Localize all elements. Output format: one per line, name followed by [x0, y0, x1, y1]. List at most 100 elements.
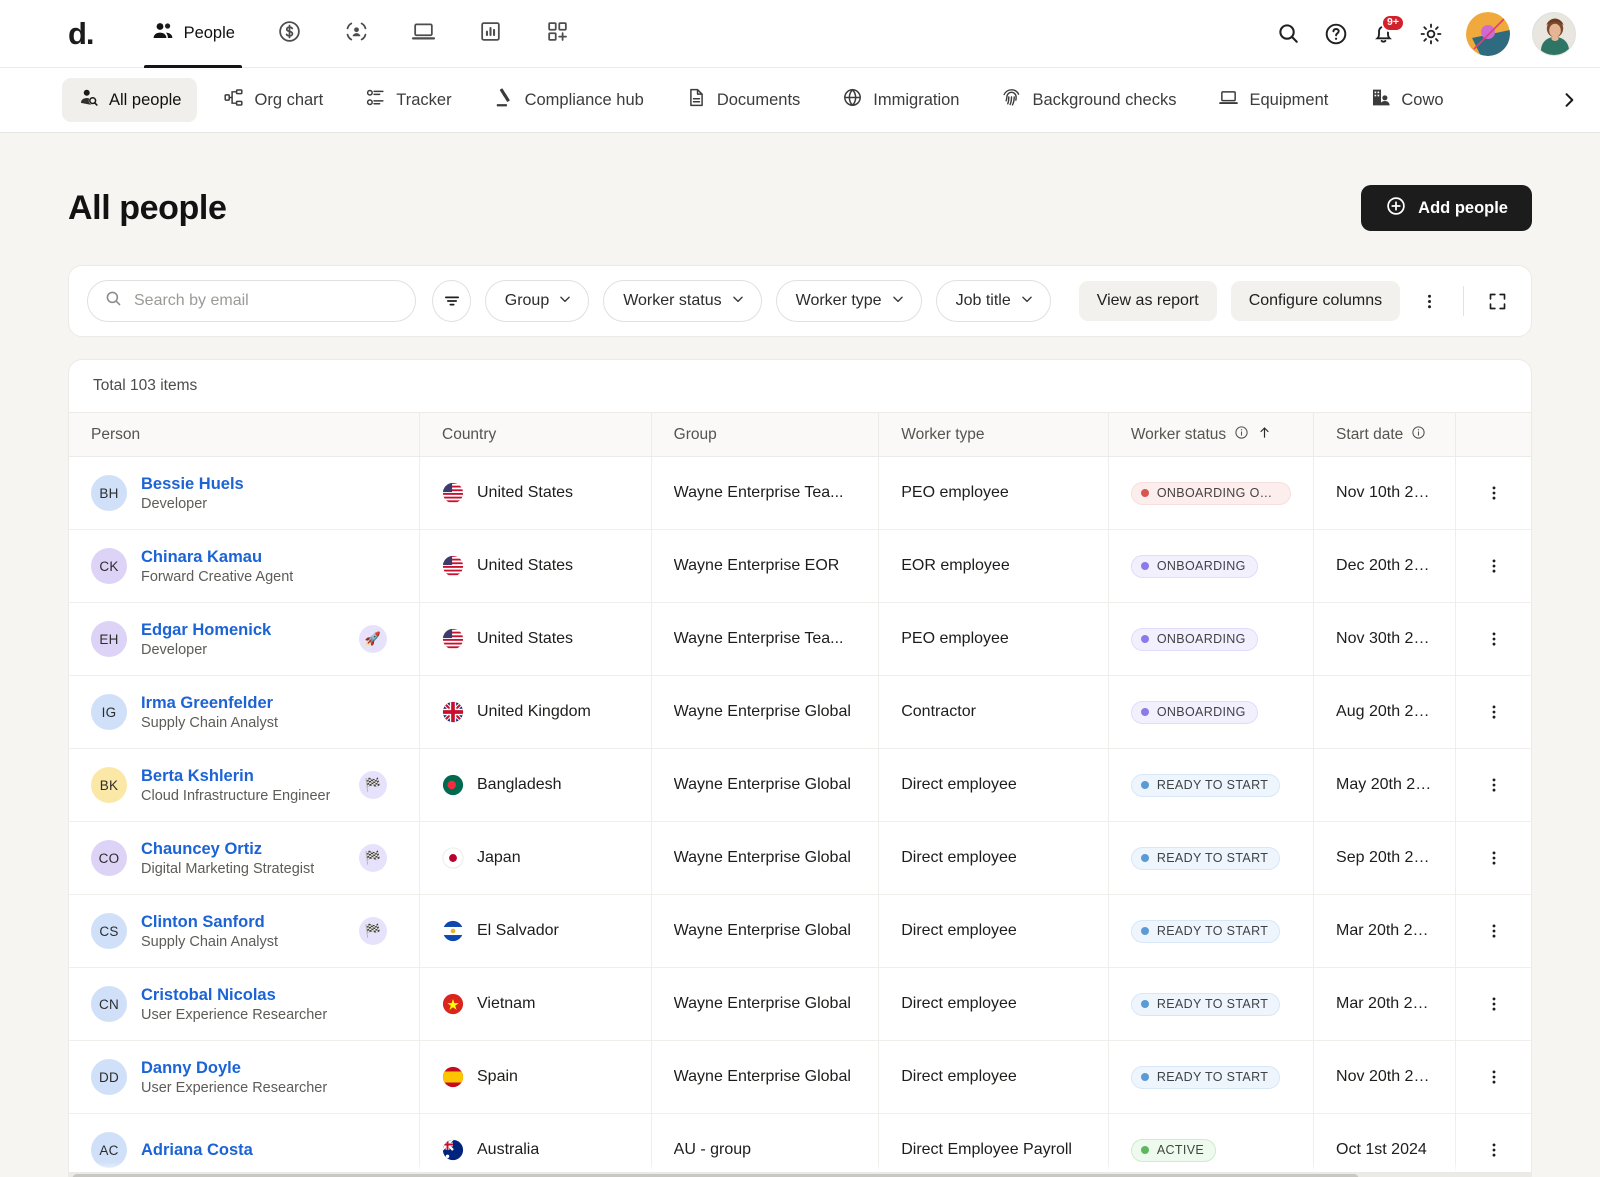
- cell-person: DDDanny DoyleUser Experience Researcher: [69, 1041, 420, 1114]
- view-as-report-button[interactable]: View as report: [1079, 281, 1217, 321]
- filter-group[interactable]: Group: [485, 280, 589, 322]
- group-label: Wayne Enterprise EOR: [674, 557, 857, 575]
- column-header-country[interactable]: Country: [420, 413, 652, 457]
- start-date-label: Nov 20th 2023: [1336, 1068, 1433, 1086]
- nav-item-people-label: People: [184, 24, 235, 43]
- filter-job-title-label: Job title: [956, 292, 1011, 310]
- subnav-item-all-people[interactable]: All people: [62, 78, 197, 122]
- worker-type-label: EOR employee: [901, 557, 1086, 575]
- person-tag-badge[interactable]: 🚀: [359, 625, 387, 653]
- subnav-item-immigration[interactable]: Immigration: [826, 78, 975, 122]
- row-kebab-menu-icon[interactable]: [1478, 557, 1509, 575]
- person-name-link[interactable]: Irma Greenfelder: [141, 694, 278, 713]
- gear-icon[interactable]: [1418, 21, 1444, 47]
- app-logo[interactable]: d.: [68, 18, 94, 49]
- row-kebab-menu-icon[interactable]: [1478, 849, 1509, 867]
- filter-job-title[interactable]: Job title: [936, 280, 1051, 322]
- nav-item-onboarding[interactable]: [323, 0, 390, 68]
- sort-ascending-icon[interactable]: [1257, 425, 1272, 445]
- info-icon[interactable]: [1234, 425, 1249, 445]
- table-row[interactable]: CNCristobal NicolasUser Experience Resea…: [69, 968, 1531, 1041]
- row-kebab-menu-icon[interactable]: [1478, 1141, 1509, 1159]
- filter-worker-status[interactable]: Worker status: [603, 280, 761, 322]
- person-name-link[interactable]: Chinara Kamau: [141, 548, 293, 567]
- person-name-link[interactable]: Chauncey Ortiz: [141, 840, 314, 859]
- table-row[interactable]: BHBessie HuelsDeveloperUnited StatesWayn…: [69, 457, 1531, 530]
- person-tag-badge[interactable]: 🏁: [359, 917, 387, 945]
- column-header-worker-type[interactable]: Worker type: [879, 413, 1109, 457]
- nav-item-payroll[interactable]: [256, 0, 323, 68]
- row-kebab-menu-icon[interactable]: [1478, 484, 1509, 502]
- search-input[interactable]: [134, 292, 399, 310]
- subnav-item-compliance-hub[interactable]: Compliance hub: [478, 78, 660, 122]
- person-name-link[interactable]: Cristobal Nicolas: [141, 986, 327, 1005]
- configure-columns-button[interactable]: Configure columns: [1231, 281, 1400, 321]
- person-name-link[interactable]: Danny Doyle: [141, 1059, 327, 1078]
- row-kebab-menu-icon[interactable]: [1478, 995, 1509, 1013]
- cell-worker-type: Direct employee: [879, 1041, 1109, 1114]
- subnav-item-coworking[interactable]: Cowo: [1354, 78, 1459, 122]
- row-kebab-menu-icon[interactable]: [1478, 1068, 1509, 1086]
- country-label: El Salvador: [477, 922, 559, 940]
- table-row[interactable]: CSClinton SanfordSupply Chain Analyst🏁El…: [69, 895, 1531, 968]
- row-kebab-menu-icon[interactable]: [1478, 922, 1509, 940]
- person-name-link[interactable]: Berta Kshlerin: [141, 767, 330, 786]
- cell-country: United Kingdom: [420, 676, 652, 749]
- bell-icon[interactable]: 9+: [1371, 21, 1396, 46]
- table-row[interactable]: COChauncey OrtizDigital Marketing Strate…: [69, 822, 1531, 895]
- info-icon[interactable]: [1411, 425, 1426, 445]
- table-row[interactable]: EHEdgar HomenickDeveloper🚀United StatesW…: [69, 603, 1531, 676]
- search-icon[interactable]: [1276, 21, 1301, 46]
- country-label: United Kingdom: [477, 703, 591, 721]
- column-header-group[interactable]: Group: [651, 413, 879, 457]
- kebab-menu-icon[interactable]: [1414, 284, 1445, 318]
- cell-worker-status: ACTIVE: [1108, 1114, 1313, 1177]
- filter-worker-type[interactable]: Worker type: [776, 280, 922, 322]
- top-nav-actions: 9+: [1276, 12, 1576, 56]
- avatar: IG: [91, 694, 127, 730]
- apps-plus-icon: [545, 19, 570, 49]
- table-row[interactable]: DDDanny DoyleUser Experience ResearcherS…: [69, 1041, 1531, 1114]
- filter-icon[interactable]: [432, 280, 470, 322]
- cell-group: Wayne Enterprise Global: [651, 822, 879, 895]
- cell-start-date: Mar 20th 2024: [1314, 895, 1456, 968]
- add-people-button[interactable]: Add people: [1361, 185, 1532, 231]
- row-kebab-menu-icon[interactable]: [1478, 776, 1509, 794]
- horizontal-scrollbar[interactable]: [69, 1172, 1531, 1177]
- person-tag-badge[interactable]: 🏁: [359, 844, 387, 872]
- subnav-item-documents[interactable]: Documents: [670, 78, 816, 122]
- person-name-link[interactable]: Clinton Sanford: [141, 913, 278, 932]
- nav-item-equipment[interactable]: [390, 0, 457, 68]
- fullscreen-icon[interactable]: [1482, 284, 1513, 318]
- table-row[interactable]: IGIrma GreenfelderSupply Chain AnalystUn…: [69, 676, 1531, 749]
- nav-item-people[interactable]: People: [130, 0, 256, 68]
- worker-type-label: Direct Employee Payroll: [901, 1141, 1086, 1159]
- cell-worker-status: READY TO START: [1108, 968, 1313, 1041]
- person-name-link[interactable]: Adriana Costa: [141, 1141, 253, 1160]
- person-name-link[interactable]: Edgar Homenick: [141, 621, 271, 640]
- search-box[interactable]: [87, 280, 416, 322]
- table-row[interactable]: CKChinara KamauForward Creative AgentUni…: [69, 530, 1531, 603]
- row-kebab-menu-icon[interactable]: [1478, 630, 1509, 648]
- table-row[interactable]: ACAdriana CostaAustraliaAU - groupDirect…: [69, 1114, 1531, 1177]
- column-header-start-date[interactable]: Start date: [1314, 413, 1456, 457]
- column-header-actions: [1456, 413, 1531, 457]
- subnav-item-org-chart[interactable]: Org chart: [207, 78, 339, 122]
- cell-row-actions: [1456, 968, 1531, 1041]
- person-name-link[interactable]: Bessie Huels: [141, 475, 244, 494]
- column-header-person[interactable]: Person: [69, 413, 420, 457]
- help-circle-icon[interactable]: [1323, 21, 1349, 47]
- user-avatar[interactable]: [1532, 12, 1576, 56]
- column-header-worker-status[interactable]: Worker status: [1108, 413, 1313, 457]
- org-avatar[interactable]: [1466, 12, 1510, 56]
- nav-item-reports[interactable]: [457, 0, 524, 68]
- cell-person: CNCristobal NicolasUser Experience Resea…: [69, 968, 420, 1041]
- chevron-right-icon[interactable]: [1556, 87, 1582, 113]
- subnav-item-equipment[interactable]: Equipment: [1202, 78, 1344, 122]
- nav-item-apps[interactable]: [524, 0, 591, 68]
- row-kebab-menu-icon[interactable]: [1478, 703, 1509, 721]
- subnav-item-background-checks[interactable]: Background checks: [985, 78, 1192, 122]
- person-tag-badge[interactable]: 🏁: [359, 771, 387, 799]
- subnav-item-tracker[interactable]: Tracker: [349, 78, 467, 122]
- table-row[interactable]: BKBerta KshlerinCloud Infrastructure Eng…: [69, 749, 1531, 822]
